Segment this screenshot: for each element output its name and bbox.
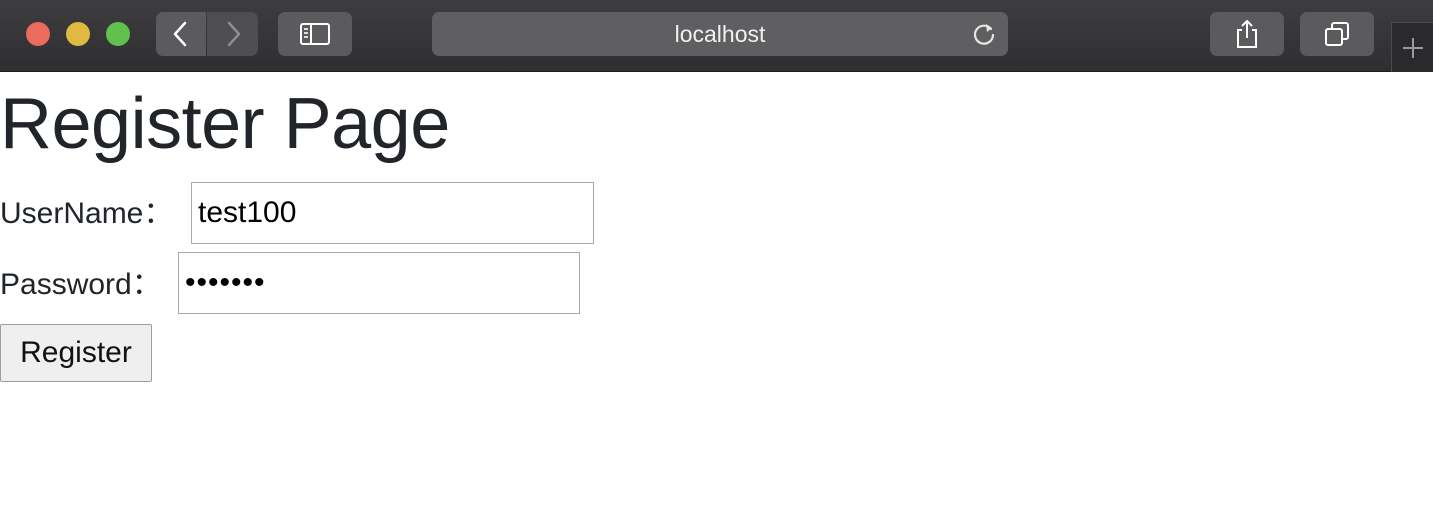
tabs-icon: [1325, 22, 1349, 46]
reload-icon[interactable]: [970, 20, 998, 48]
address-bar[interactable]: localhost: [432, 12, 1008, 56]
share-button[interactable]: [1210, 12, 1284, 56]
chevron-left-icon: [173, 21, 187, 47]
username-input[interactable]: test100: [191, 182, 594, 244]
new-tab-button[interactable]: [1391, 22, 1433, 72]
password-input[interactable]: •••••••: [178, 252, 580, 314]
close-window-button[interactable]: [26, 22, 50, 46]
password-label: Password：: [0, 268, 162, 301]
password-value: •••••••: [185, 266, 266, 299]
plus-icon: [1402, 37, 1423, 58]
page-title: Register Page: [0, 84, 450, 164]
browser-toolbar: localhost: [0, 0, 1433, 72]
address-text: localhost: [674, 20, 766, 47]
sidebar-button[interactable]: [278, 12, 352, 56]
back-button[interactable]: [156, 12, 206, 56]
username-value: test100: [198, 196, 297, 229]
tabs-overview-button[interactable]: [1300, 12, 1374, 56]
share-icon: [1237, 20, 1257, 48]
username-label: UserName：: [0, 197, 174, 230]
forward-button[interactable]: [207, 12, 258, 56]
page-content: Register Page UserName： test100 Password…: [0, 72, 1433, 506]
chevron-right-icon: [227, 21, 240, 47]
sidebar-icon: [300, 23, 330, 45]
minimize-window-button[interactable]: [66, 22, 90, 46]
register-button[interactable]: Register: [0, 324, 152, 382]
maximize-window-button[interactable]: [106, 22, 130, 46]
